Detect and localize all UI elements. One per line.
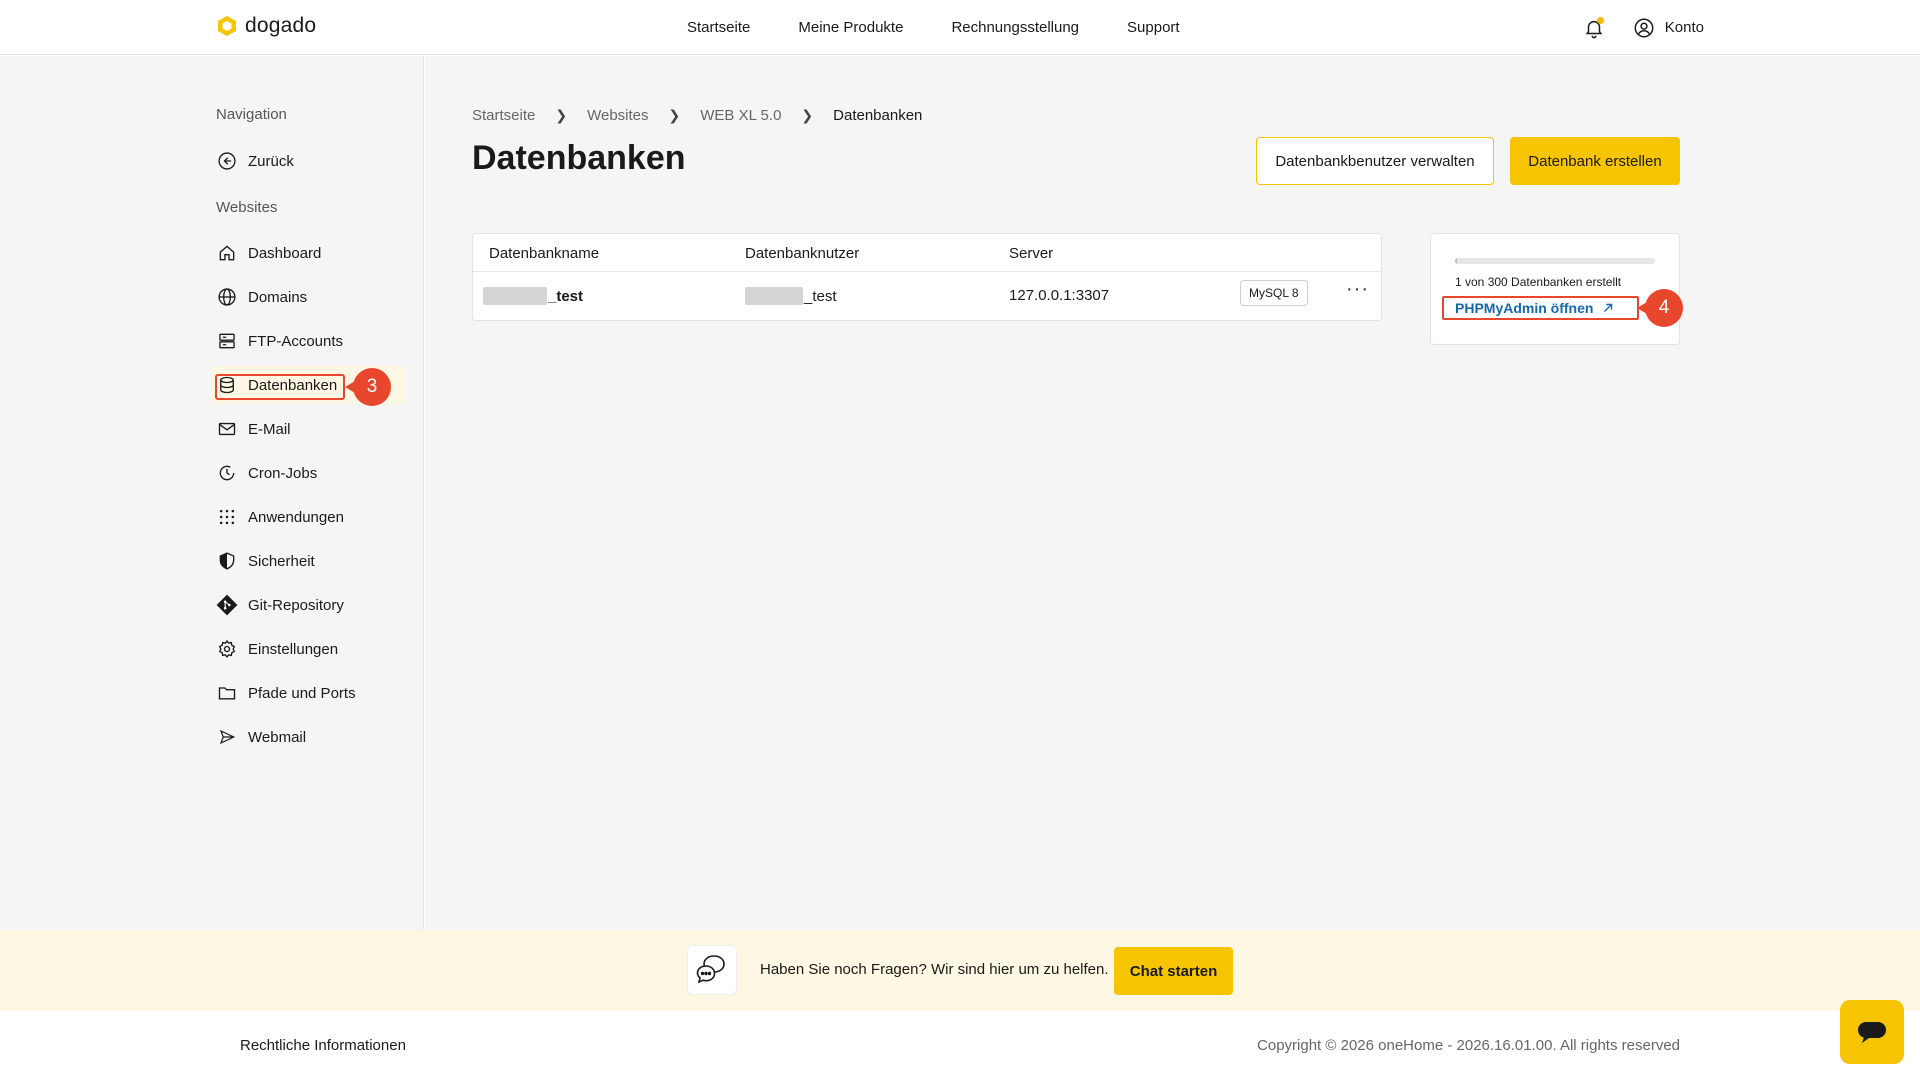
notification-dot <box>1596 16 1604 24</box>
table-cell-server: 127.0.0.1:3307 <box>1009 287 1110 304</box>
sidebar-item-label: Cron-Jobs <box>248 464 318 482</box>
column-header-server: Server <box>1009 245 1054 262</box>
mysql-version-badge: MySQL 8 <box>1240 280 1308 306</box>
create-database-button[interactable]: Datenbank erstellen <box>1510 137 1680 185</box>
chevron-right-icon: ❯ <box>555 107 568 123</box>
breadcrumb-web-xl[interactable]: WEB XL 5.0 <box>700 107 781 124</box>
mail-icon <box>216 418 238 440</box>
arrow-left-circle-icon <box>216 150 238 172</box>
sidebar-item-label: Sicherheit <box>248 552 315 570</box>
sidebar-item-label: Einstellungen <box>248 640 339 658</box>
column-header-name: Datenbankname <box>489 245 600 262</box>
git-icon <box>216 594 238 616</box>
sidebar-item-pfade-und-ports[interactable]: Pfade und Ports <box>216 678 406 708</box>
chevron-right-icon: ❯ <box>668 107 681 123</box>
nav-meine-produkte[interactable]: Meine Produkte <box>798 19 903 36</box>
server-icon <box>216 330 238 352</box>
nav-startseite[interactable]: Startseite <box>687 19 750 36</box>
sidebar-item-domains[interactable]: Domains <box>216 282 406 312</box>
bell-icon[interactable] <box>1583 16 1605 39</box>
user-circle-icon <box>1634 18 1654 37</box>
sidebar-heading-navigation: Navigation <box>216 106 287 123</box>
brand-name: dogado <box>245 14 317 37</box>
chat-bubbles-icon <box>687 945 737 995</box>
main-content <box>425 56 1920 930</box>
step-badge-4: 4 <box>1637 289 1683 327</box>
chat-launcher-button[interactable] <box>1840 1000 1904 1064</box>
table-cell-dbuser: _test <box>745 287 837 305</box>
chevron-right-icon: ❯ <box>801 107 814 123</box>
gear-icon <box>216 638 238 660</box>
table-divider <box>473 271 1381 272</box>
sidebar-heading-websites: Websites <box>216 199 278 216</box>
breadcrumb-startseite[interactable]: Startseite <box>472 107 535 124</box>
database-table: Datenbankname Datenbanknutzer Server _te… <box>472 233 1382 321</box>
manage-db-users-button[interactable]: Datenbankbenutzer verwalten <box>1256 137 1494 185</box>
copyright-text: Copyright © 2026 oneHome - 2026.16.01.00… <box>1257 1037 1680 1054</box>
step-badge-3: 3 <box>345 368 391 406</box>
folder-icon <box>216 682 238 704</box>
sidebar-item-label: FTP-Accounts <box>248 332 344 350</box>
nav-rechnungsstellung[interactable]: Rechnungsstellung <box>951 19 1079 36</box>
sidebar-item-cron-jobs[interactable]: Cron-Jobs <box>216 458 406 488</box>
redacted-block <box>483 287 547 305</box>
phpmyadmin-link[interactable]: PHPMyAdmin öffnen <box>1442 296 1639 320</box>
sidebar-item-email[interactable]: E-Mail <box>216 414 406 444</box>
sidebar-item-label: Git-Repository <box>248 596 344 614</box>
home-icon <box>216 242 238 264</box>
help-bar: Haben Sie noch Fragen? Wir sind hier um … <box>0 930 1920 1011</box>
sidebar-item-anwendungen[interactable]: Anwendungen <box>216 502 406 532</box>
clock-icon <box>216 462 238 484</box>
phpmyadmin-label: PHPMyAdmin öffnen <box>1455 300 1594 316</box>
column-header-user: Datenbanknutzer <box>745 245 860 262</box>
more-options-icon[interactable]: ··· <box>1346 278 1369 301</box>
top-header: dogado Startseite Meine Produkte Rechnun… <box>0 0 1920 55</box>
sidebar-back[interactable]: Zurück <box>216 146 406 176</box>
breadcrumb: Startseite ❯ Websites ❯ WEB XL 5.0 ❯ Dat… <box>472 107 922 124</box>
sidebar-item-label: Domains <box>248 288 308 306</box>
footer: Rechtliche Informationen Copyright © 202… <box>0 1011 1920 1080</box>
dogado-logo[interactable]: dogado <box>215 14 316 38</box>
breadcrumb-websites[interactable]: Websites <box>587 107 648 124</box>
highlight-datenbanken <box>215 374 345 400</box>
help-text: Haben Sie noch Fragen? Wir sind hier um … <box>760 961 1109 978</box>
grid-icon <box>216 506 238 528</box>
breadcrumb-current: Datenbanken <box>833 107 923 124</box>
send-icon <box>216 726 238 748</box>
sidebar <box>0 56 424 930</box>
logo-icon <box>218 16 236 36</box>
page-title: Datenbanken <box>472 139 686 177</box>
database-usage-progress <box>1455 258 1655 264</box>
sidebar-item-webmail[interactable]: Webmail <box>216 722 406 752</box>
start-chat-button[interactable]: Chat starten <box>1114 947 1233 995</box>
legal-info-link[interactable]: Rechtliche Informationen <box>240 1037 406 1054</box>
sidebar-item-label: Anwendungen <box>248 508 344 526</box>
sidebar-item-label: Dashboard <box>248 244 322 262</box>
nav-support[interactable]: Support <box>1127 19 1180 36</box>
sidebar-back-label: Zurück <box>248 152 294 170</box>
sidebar-item-dashboard[interactable]: Dashboard <box>216 238 406 268</box>
sidebar-item-sicherheit[interactable]: Sicherheit <box>216 546 406 576</box>
usage-text: 1 von 300 Datenbanken erstellt <box>1455 275 1622 289</box>
sidebar-item-ftp-accounts[interactable]: FTP-Accounts <box>216 326 406 356</box>
account-menu[interactable]: Konto <box>1633 17 1704 39</box>
chat-icon <box>1858 1022 1886 1043</box>
sidebar-item-einstellungen[interactable]: Einstellungen <box>216 634 406 664</box>
main-nav: Startseite Meine Produkte Rechnungsstell… <box>687 0 1228 55</box>
external-link-icon <box>1604 303 1613 312</box>
sidebar-item-label: Webmail <box>248 728 307 746</box>
sidebar-item-label: E-Mail <box>248 420 291 438</box>
dbname-suffix: _test <box>548 287 584 305</box>
sidebar-item-git-repository[interactable]: Git-Repository <box>216 590 406 620</box>
dbuser-suffix: _test <box>804 287 837 305</box>
redacted-block <box>745 287 803 305</box>
table-cell-dbname[interactable]: _test <box>483 287 583 305</box>
shield-icon <box>216 550 238 572</box>
sidebar-item-label: Pfade und Ports <box>248 684 356 702</box>
usage-card: 1 von 300 Datenbanken erstellt PHPMyAdmi… <box>1430 233 1680 345</box>
header-actions: Konto <box>1583 0 1704 55</box>
account-label: Konto <box>1664 19 1704 36</box>
globe-icon <box>216 286 238 308</box>
progress-fill <box>1455 258 1457 264</box>
